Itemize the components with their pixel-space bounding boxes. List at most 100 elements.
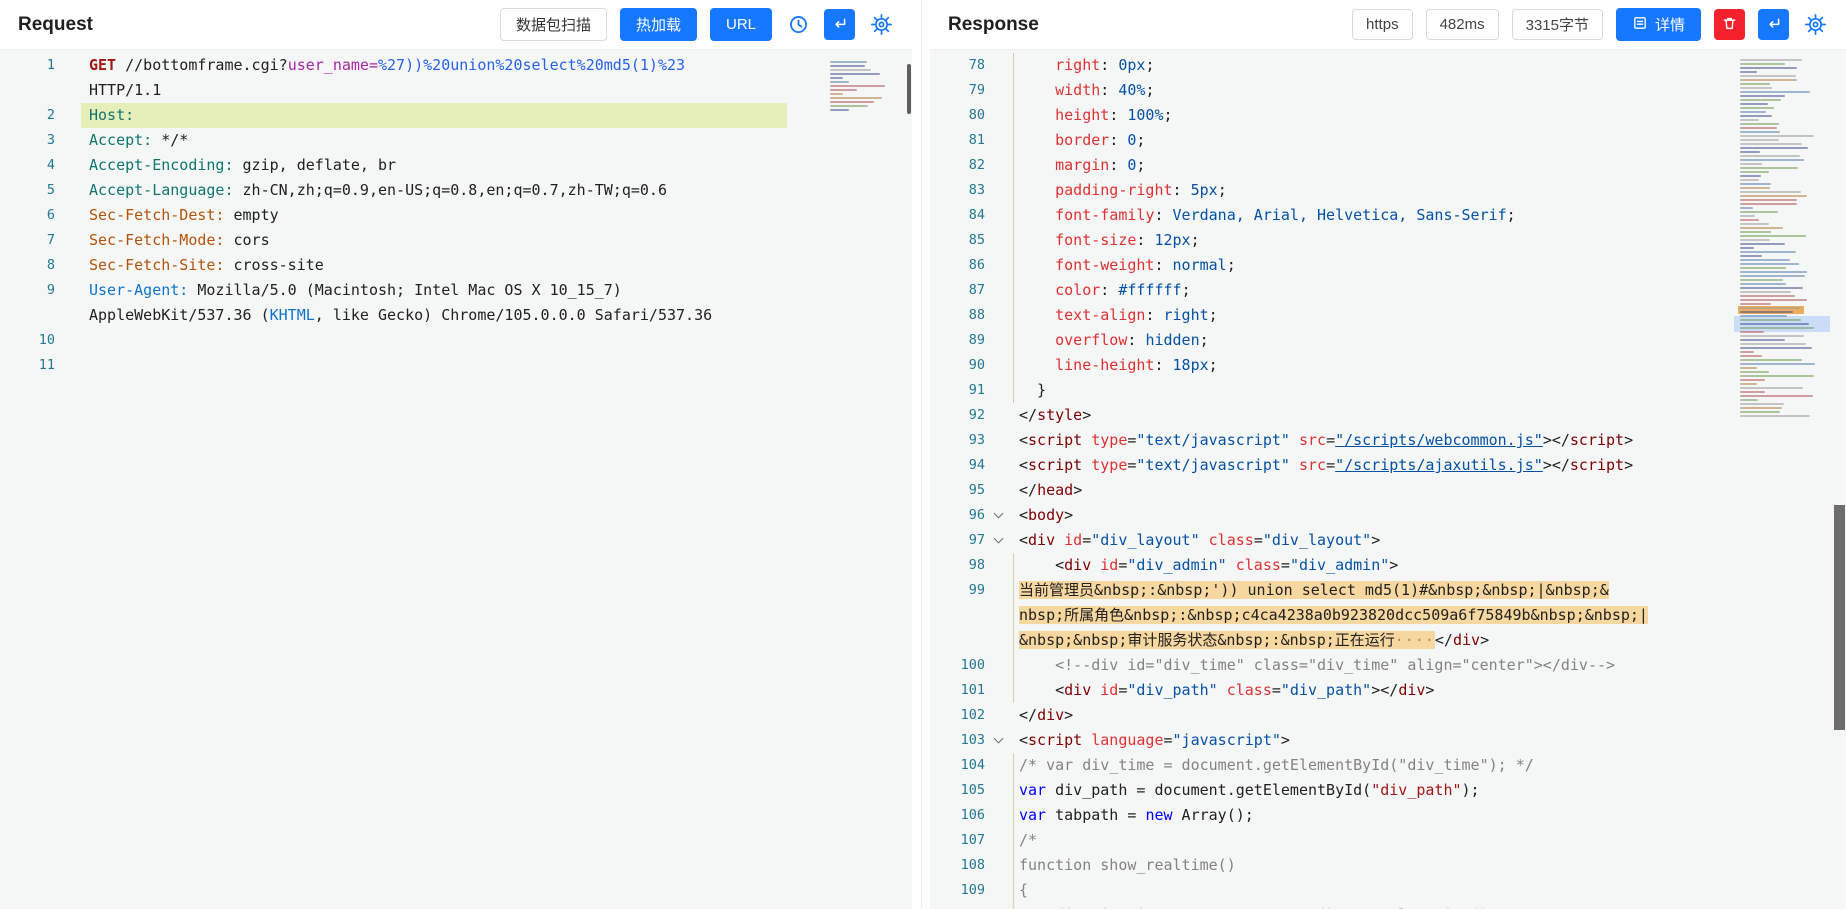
request-editor[interactable]: 1GET //bottomframe.cgi?user_name=%27))%2… [0,50,912,909]
code-line[interactable]: 101 <div id="div_path" class="div_path">… [930,678,1846,703]
code-text: } [1011,378,1846,403]
fold-gutter [985,128,1011,153]
code-line[interactable]: 1GET //bottomframe.cgi?user_name=%27))%2… [0,53,912,78]
code-line[interactable]: 11 [0,353,912,378]
code-line[interactable]: 79 width: 40%; [930,78,1846,103]
code-line[interactable]: 6Sec-Fetch-Dest: empty [0,203,912,228]
request-scrollbar-thumb[interactable] [907,64,911,114]
response-editor[interactable]: 78 right: 0px;79 width: 40%;80 height: 1… [930,50,1846,909]
code-line[interactable]: 83 padding-right: 5px; [930,178,1846,203]
line-number: 3 [0,128,55,153]
code-line[interactable]: 98 <div id="div_admin" class="div_admin"… [930,553,1846,578]
fold-gutter [55,328,81,353]
fold-chevron-icon[interactable] [985,728,1011,753]
line-number: 7 [0,228,55,253]
line-number: 85 [930,228,985,253]
code-line[interactable]: 7Sec-Fetch-Mode: cors [0,228,912,253]
code-line[interactable]: 100 <!--div id="div_time" class="div_tim… [930,653,1846,678]
code-line[interactable]: 110 div_time.innerHTML = new Date().toLo… [930,903,1846,909]
history-icon[interactable] [785,9,811,40]
code-line[interactable]: 88 text-align: right; [930,303,1846,328]
line-number: 101 [930,678,985,703]
code-line[interactable]: 104/* var div_time = document.getElement… [930,753,1846,778]
code-line[interactable]: 5Accept-Language: zh-CN,zh;q=0.9,en-US;q… [0,178,912,203]
code-line[interactable]: 78 right: 0px; [930,53,1846,78]
code-line[interactable]: 9User-Agent: Mozilla/5.0 (Macintosh; Int… [0,278,912,303]
code-line[interactable]: nbsp;所属角色&nbsp;:&nbsp;c4ca4238a0b923820d… [930,603,1846,628]
response-scrollbar-thumb[interactable] [1834,505,1845,730]
enter-icon [831,15,848,35]
details-button[interactable]: 详情 [1616,8,1701,41]
code-line[interactable]: 94<script type="text/javascript" src="/s… [930,453,1846,478]
code-line[interactable]: 3 Accept: */* [0,128,912,153]
code-line[interactable]: 91 } [930,378,1846,403]
response-minimap[interactable] [1734,54,1830,430]
code-text: </style> [1011,403,1846,428]
code-line[interactable]: 2Host: [0,103,912,128]
code-line[interactable]: 84 font-family: Verdana, Arial, Helvetic… [930,203,1846,228]
line-number: 106 [930,803,985,828]
code-line[interactable]: 89 overflow: hidden; [930,328,1846,353]
code-line[interactable]: 10 [0,328,912,353]
line-number: 108 [930,853,985,878]
fold-gutter [985,353,1011,378]
code-line[interactable]: 103<script language="javascript"> [930,728,1846,753]
trash-icon [1721,15,1738,35]
code-line[interactable]: 87 color: #ffffff; [930,278,1846,303]
url-button[interactable]: URL [710,8,772,41]
code-text: <script language="javascript"> [1011,728,1846,753]
line-number: 107 [930,828,985,853]
panel-divider[interactable] [912,0,930,909]
gear-icon[interactable] [868,9,894,40]
line-number: 92 [930,403,985,428]
line-number: 100 [930,653,985,678]
line-number: 102 [930,703,985,728]
code-text: <div id="div_admin" class="div_admin"> [1011,553,1846,578]
code-line[interactable]: &nbsp;&nbsp;审计服务状态&nbsp;:&nbsp;正在运行····<… [930,628,1846,653]
send-enter-button[interactable] [824,9,855,40]
request-minimap[interactable] [824,56,898,116]
code-line[interactable]: 109{ [930,878,1846,903]
code-line[interactable]: 108function show_realtime() [930,853,1846,878]
line-number: 5 [0,178,55,203]
code-line[interactable]: AppleWebKit/537.36 (KHTML, like Gecko) C… [0,303,912,328]
code-line[interactable]: 106var tabpath = new Array(); [930,803,1846,828]
fold-gutter [985,578,1011,603]
code-line[interactable]: 8Sec-Fetch-Site: cross-site [0,253,912,278]
code-line[interactable]: 99当前管理员&nbsp;:&nbsp;')) union select md5… [930,578,1846,603]
code-line[interactable]: 86 font-weight: normal; [930,253,1846,278]
code-line[interactable]: 82 margin: 0; [930,153,1846,178]
send-enter-button[interactable] [1758,9,1789,40]
code-line[interactable]: 105var div_path = document.getElementByI… [930,778,1846,803]
fold-chevron-icon[interactable] [985,528,1011,553]
code-line[interactable]: 92 </style> [930,403,1846,428]
code-line[interactable]: 93<script type="text/javascript" src="/s… [930,428,1846,453]
code-line[interactable]: 4Accept-Encoding: gzip, deflate, br [0,153,912,178]
gear-icon[interactable] [1802,9,1828,40]
response-scrollbar[interactable] [1833,50,1846,909]
code-line[interactable]: 90 line-height: 18px; [930,353,1846,378]
line-number [0,303,55,328]
code-line[interactable]: 85 font-size: 12px; [930,228,1846,253]
hot-reload-button[interactable]: 热加载 [620,8,697,41]
code-line[interactable]: 95</head> [930,478,1846,503]
packet-scan-button[interactable]: 数据包扫描 [500,8,607,41]
code-line[interactable]: 107/* [930,828,1846,853]
fold-gutter [985,878,1011,903]
fold-gutter [985,378,1011,403]
code-line[interactable]: 81 border: 0; [930,128,1846,153]
delete-button[interactable] [1714,9,1745,40]
code-line[interactable]: 102</div> [930,703,1846,728]
fold-gutter [55,78,81,103]
code-line[interactable]: 96<body> [930,503,1846,528]
code-line[interactable]: HTTP/1.1 [0,78,912,103]
fold-gutter [985,428,1011,453]
code-text: Accept: */* [81,128,912,153]
code-line[interactable]: 97<div id="div_layout" class="div_layout… [930,528,1846,553]
fold-gutter [985,278,1011,303]
fold-gutter [985,403,1011,428]
code-text: border: 0; [1011,128,1846,153]
request-panel: Request 数据包扫描 热加载 URL [0,0,912,909]
fold-chevron-icon[interactable] [985,503,1011,528]
code-line[interactable]: 80 height: 100%; [930,103,1846,128]
